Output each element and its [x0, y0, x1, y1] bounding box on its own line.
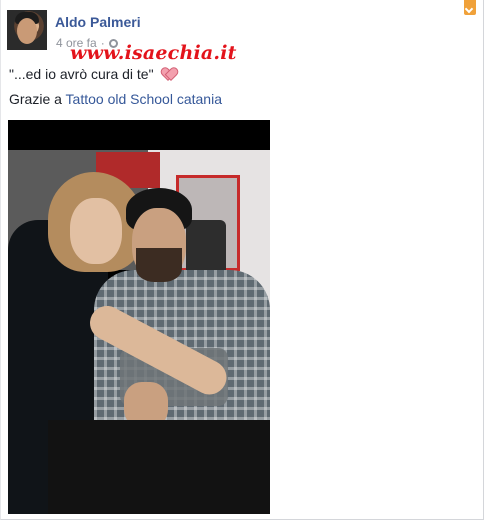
avatar-face — [17, 18, 37, 44]
tagged-page-link[interactable]: Tattoo old School catania — [66, 91, 222, 107]
chevron-down-icon — [464, 0, 476, 15]
heart-icon — [162, 68, 176, 81]
thanks-prefix: Grazie a — [9, 91, 66, 107]
status-text: "...ed io avrò cura di te" — [9, 66, 154, 82]
post-photo[interactable] — [8, 120, 270, 514]
post-options-button[interactable] — [463, 0, 477, 22]
photo-woman-face — [70, 198, 122, 264]
watermark: www.isaechia.it — [70, 42, 237, 64]
thanks-line: Grazie a Tattoo old School catania — [9, 91, 222, 107]
author-name[interactable]: Aldo Palmeri — [55, 14, 141, 30]
post-card: Aldo Palmeri 4 ore fa · www.isaechia.it … — [0, 0, 484, 520]
photo-man-beard — [136, 248, 182, 282]
status-text-row: "...ed io avrò cura di te" — [9, 66, 176, 82]
photo-dark-pants — [48, 420, 270, 514]
avatar[interactable] — [7, 10, 47, 50]
photo-scene — [8, 120, 270, 514]
